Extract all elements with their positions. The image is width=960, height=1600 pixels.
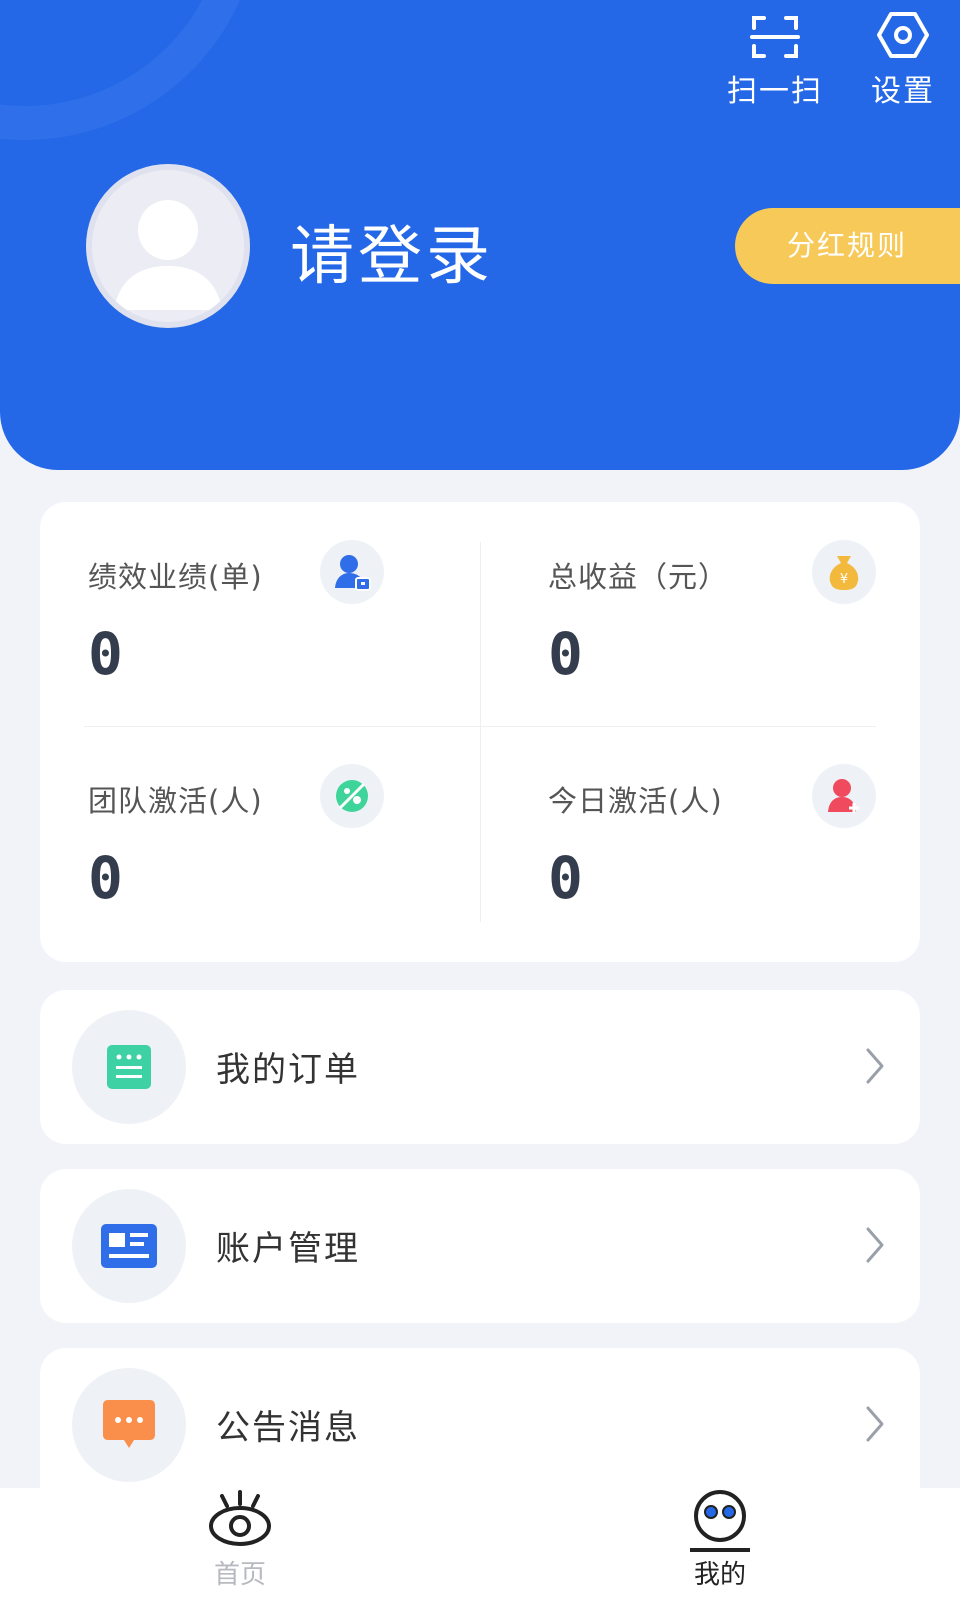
stat-value: 0 xyxy=(88,620,123,688)
scan-button[interactable]: 扫一扫 xyxy=(720,0,830,110)
menu-label: 账户管理 xyxy=(216,1229,360,1269)
stat-value: 0 xyxy=(548,844,583,912)
stat-label: 绩效业绩(单) xyxy=(88,560,263,594)
tab-label: 首页 xyxy=(213,1560,266,1590)
settings-label: 设置 xyxy=(871,74,935,109)
menu-item-announcements[interactable]: 公告消息 xyxy=(40,1348,920,1488)
id-card-icon xyxy=(72,1189,186,1303)
scan-label: 扫一扫 xyxy=(727,74,823,109)
message-icon xyxy=(72,1368,186,1482)
menu-label: 公告消息 xyxy=(216,1408,360,1448)
stat-performance[interactable]: 绩效业绩(单) 0 xyxy=(40,502,480,732)
stat-total-income[interactable]: 总收益（元） 0 ¥ xyxy=(480,502,920,732)
stat-value: 0 xyxy=(88,844,123,912)
profile-header: 扫一扫 设置 请登录 分红规则 xyxy=(0,0,960,470)
add-user-icon xyxy=(812,764,876,828)
money-bag-icon: ¥ xyxy=(812,540,876,604)
stats-card: 绩效业绩(单) 0 总收益（元） 0 ¥ 团队激活(人) 0 今日激活(人) 0 xyxy=(40,502,920,962)
scan-icon xyxy=(720,0,830,60)
decorative-ring xyxy=(0,0,260,140)
chevron-right-icon xyxy=(866,1048,884,1084)
active-tab-indicator xyxy=(690,1548,750,1552)
stat-team-activation[interactable]: 团队激活(人) 0 xyxy=(40,726,480,956)
stat-today-activation[interactable]: 今日激活(人) 0 xyxy=(480,726,920,956)
bottom-tab-bar: 首页 我的 xyxy=(0,1488,960,1600)
tab-home[interactable]: 首页 xyxy=(170,1488,310,1591)
dividend-rule-button[interactable]: 分红规则 xyxy=(735,208,960,284)
user-silhouette-icon xyxy=(114,200,222,310)
stat-label: 团队激活(人) xyxy=(88,784,263,818)
stat-label: 今日激活(人) xyxy=(548,784,723,818)
tab-mine[interactable]: 我的 xyxy=(650,1488,790,1591)
menu-item-orders[interactable]: 我的订单 xyxy=(40,990,920,1144)
stat-value: 0 xyxy=(548,620,583,688)
svg-text:¥: ¥ xyxy=(840,572,848,587)
order-list-icon xyxy=(72,1010,186,1124)
eye-icon xyxy=(209,1490,271,1546)
leaf-icon xyxy=(320,764,384,828)
gear-icon xyxy=(848,0,958,60)
chevron-right-icon xyxy=(866,1227,884,1263)
robot-face-icon xyxy=(694,1490,746,1542)
menu-item-account[interactable]: 账户管理 xyxy=(40,1169,920,1323)
login-prompt[interactable]: 请登录 xyxy=(290,205,494,297)
stat-label: 总收益（元） xyxy=(548,560,729,594)
tab-label: 我的 xyxy=(693,1560,746,1590)
chevron-right-icon xyxy=(866,1406,884,1442)
menu-label: 我的订单 xyxy=(216,1050,360,1090)
settings-button[interactable]: 设置 xyxy=(848,0,958,110)
user-badge-icon xyxy=(320,540,384,604)
avatar[interactable] xyxy=(86,164,250,328)
